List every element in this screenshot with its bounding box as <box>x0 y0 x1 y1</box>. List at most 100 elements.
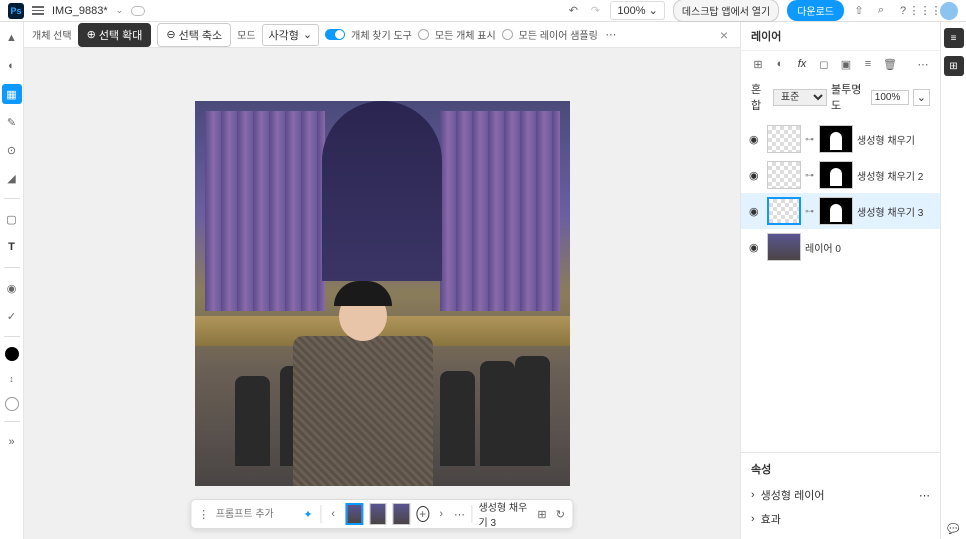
layer-thumb[interactable] <box>767 125 801 153</box>
background-color[interactable] <box>5 397 19 411</box>
settings-icon[interactable]: ⊞ <box>536 506 548 522</box>
undo-icon[interactable]: ↶ <box>566 4 580 18</box>
merge-icon[interactable]: ≡ <box>861 57 875 71</box>
chevron-right-icon: › <box>751 489 755 501</box>
add-layer-icon[interactable]: ⊞ <box>751 57 765 71</box>
layer-thumb[interactable] <box>767 161 801 189</box>
layer-thumb[interactable] <box>767 233 801 261</box>
canvas[interactable] <box>195 101 570 486</box>
prev-variation-icon[interactable]: ‹ <box>327 506 339 522</box>
close-icon[interactable]: × <box>716 27 732 43</box>
download-button[interactable]: 다운로드 <box>787 0 844 21</box>
active-layer-label: 생성형 채우기 3 <box>479 499 530 529</box>
adjustment-icon[interactable]: ◐ <box>773 57 787 71</box>
avatar[interactable] <box>940 2 958 20</box>
select-expand-button[interactable]: ⊕선택 확대 <box>78 23 152 47</box>
zoom-dropdown[interactable]: 100% ⌄ <box>610 1 664 20</box>
link-icon[interactable]: ⊶ <box>805 170 815 181</box>
prompt-input[interactable] <box>216 505 296 523</box>
visibility-icon[interactable]: ◉ <box>749 169 763 182</box>
tool-name-label: 개체 선택 <box>32 27 72 42</box>
cloud-icon[interactable] <box>131 6 145 16</box>
swap-colors-icon[interactable]: ↕ <box>2 369 22 389</box>
visibility-icon[interactable]: ◉ <box>749 205 763 218</box>
move-tool[interactable]: ▲ <box>2 28 22 48</box>
blend-mode-select[interactable]: 표준 <box>773 89 827 106</box>
brush-tool[interactable]: ✎ <box>2 112 22 132</box>
adjustments-tab-icon[interactable]: ⊞ <box>944 56 964 76</box>
mode-label: 모드 <box>237 27 255 42</box>
layer-name[interactable]: 생성형 채우기 <box>857 132 932 147</box>
fx-icon[interactable]: fx <box>795 57 809 71</box>
layer-name[interactable]: 레이어 0 <box>805 240 932 255</box>
grip-icon[interactable]: ⋮ <box>197 506 209 522</box>
properties-section[interactable]: › 생성형 레이어 ⋯ <box>751 483 930 507</box>
mode-dropdown[interactable]: 사각형⌄ <box>262 24 320 46</box>
variation-thumb-2[interactable] <box>369 503 386 525</box>
object-finder-toggle[interactable] <box>325 29 345 40</box>
variation-thumb-3[interactable] <box>393 503 410 525</box>
comments-icon[interactable]: 💬 <box>944 519 964 539</box>
lasso-tool[interactable]: ◐ <box>2 56 22 76</box>
refresh-icon[interactable]: ↻ <box>554 506 566 522</box>
next-variation-icon[interactable]: › <box>435 506 447 522</box>
share-icon[interactable]: ⇧ <box>852 4 866 18</box>
gradient-tool[interactable]: ◉ <box>2 278 22 298</box>
layer-thumb[interactable] <box>767 197 801 225</box>
layer-row[interactable]: ◉ 레이어 0 <box>741 229 940 265</box>
generate-icon[interactable]: ✦ <box>302 506 314 522</box>
delete-icon[interactable]: 🗑 <box>883 57 897 71</box>
more-icon[interactable]: ⋯ <box>453 506 465 522</box>
open-desktop-button[interactable]: 데스크탑 앱에서 열기 <box>673 0 779 22</box>
mask-icon[interactable]: ◻ <box>817 57 831 71</box>
panel-menu-icon[interactable]: ⋯ <box>916 57 930 71</box>
right-sidebar: ≡ ⊞ 💬 <box>940 22 966 539</box>
layer-row[interactable]: ◉ ⊶ 생성형 채우기 2 <box>741 157 940 193</box>
layers-panel-title: 레이어 <box>741 22 940 51</box>
show-all-radio[interactable] <box>418 29 429 40</box>
layer-mask[interactable] <box>819 197 853 225</box>
search-icon[interactable]: ⌕ <box>874 4 888 18</box>
object-select-tool[interactable]: ▦ <box>2 84 22 104</box>
apps-icon[interactable]: ⋮⋮⋮ <box>918 4 932 18</box>
canvas-area[interactable]: ⋮ ✦ ‹ + › ⋯ 생성형 채우기 3 ⊞ ↻ <box>24 48 740 539</box>
layer-row[interactable]: ◉ ⊶ 생성형 채우기 <box>741 121 940 157</box>
properties-panel: 속성 › 생성형 레이어 ⋯ › 효과 <box>741 452 940 539</box>
layer-name[interactable]: 생성형 채우기 3 <box>857 204 932 219</box>
visibility-icon[interactable]: ◉ <box>749 241 763 254</box>
layers-list: ◉ ⊶ 생성형 채우기 ◉ ⊶ 생성형 채우기 2 ◉ ⊶ 생성형 채우기 3 <box>741 117 940 452</box>
eraser-tool[interactable]: ◢ <box>2 168 22 188</box>
menu-icon[interactable] <box>32 6 44 15</box>
select-shrink-button[interactable]: ⊖선택 축소 <box>157 23 231 47</box>
foreground-color[interactable] <box>5 347 19 361</box>
text-tool[interactable]: T <box>2 237 22 257</box>
generative-fill-bar: ⋮ ✦ ‹ + › ⋯ 생성형 채우기 3 ⊞ ↻ <box>190 499 573 529</box>
layer-mask[interactable] <box>819 125 853 153</box>
properties-title: 속성 <box>751 461 930 477</box>
link-icon[interactable]: ⊶ <box>805 134 815 145</box>
properties-section[interactable]: › 효과 <box>751 507 930 531</box>
link-icon[interactable]: ⊶ <box>805 206 815 217</box>
sample-all-radio[interactable] <box>502 29 513 40</box>
variation-thumb-1[interactable] <box>345 503 363 525</box>
chevron-right-icon: › <box>751 513 755 525</box>
layer-row[interactable]: ◉ ⊶ 생성형 채우기 3 <box>741 193 940 229</box>
opacity-input[interactable] <box>871 90 909 105</box>
clone-tool[interactable]: ⊙ <box>2 140 22 160</box>
visibility-icon[interactable]: ◉ <box>749 133 763 146</box>
layer-mask[interactable] <box>819 161 853 189</box>
layer-name[interactable]: 생성형 채우기 2 <box>857 168 932 183</box>
crop-tool[interactable]: ▢ <box>2 209 22 229</box>
more-icon[interactable]: ⋯ <box>919 489 930 502</box>
eyedropper-tool[interactable]: ✓ <box>2 306 22 326</box>
redo-icon[interactable]: ↷ <box>588 4 602 18</box>
add-variation-icon[interactable]: + <box>416 506 429 522</box>
sample-all-label: 모든 레이어 샘플링 <box>519 27 598 42</box>
layers-tab-icon[interactable]: ≡ <box>944 28 964 48</box>
tool-sidebar: ▲ ◐ ▦ ✎ ⊙ ◢ ▢ T ◉ ✓ ↕ » <box>0 22 24 539</box>
more-options-icon[interactable]: ⋯ <box>604 28 618 42</box>
group-icon[interactable]: ▣ <box>839 57 853 71</box>
more-tools-icon[interactable]: » <box>2 432 22 452</box>
blend-label: 혼합 <box>751 81 769 113</box>
chevron-down-icon[interactable]: ⌄ <box>116 5 124 16</box>
